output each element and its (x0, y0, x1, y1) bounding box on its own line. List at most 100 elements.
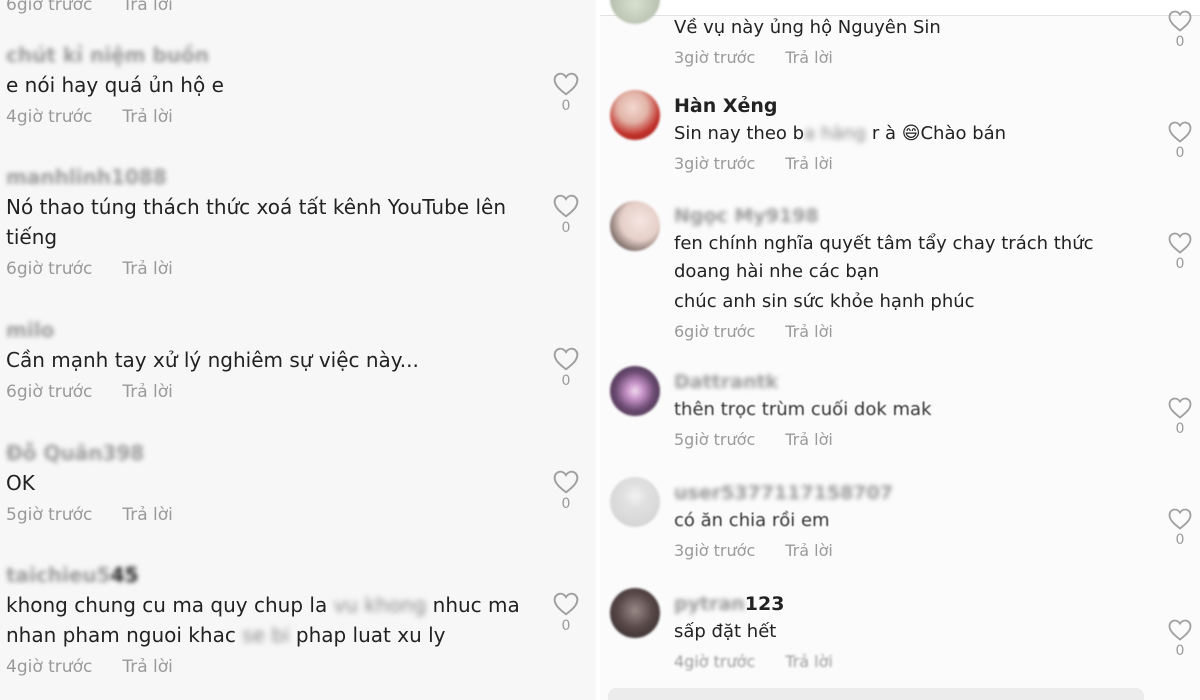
reply-link[interactable]: Trả lời (785, 430, 833, 449)
comment-meta: 5giờ trước Trả lời (6, 504, 586, 526)
comment-text: Sin nay theo ba hàng r à 😄Chào bán (674, 120, 1154, 148)
like-button[interactable]: 0 (551, 592, 581, 634)
comment-time: 5giờ trước (6, 505, 93, 525)
comment-time: 6giờ trước (6, 382, 93, 402)
username-text: Ngọc My9198 (674, 205, 819, 227)
comment-time: 5giờ trước (674, 430, 756, 449)
reply-link[interactable]: Trả lời (122, 0, 173, 15)
comment-meta: 3giờ trước Trả lời (674, 154, 1154, 174)
like-button[interactable]: 0 (1165, 121, 1195, 161)
text-part: khong chung cu ma quy chup la (6, 593, 334, 617)
username-text: Dattrantk (674, 371, 779, 393)
reply-link[interactable]: Trả lời (785, 154, 833, 173)
like-button[interactable]: 0 (1165, 619, 1195, 659)
comment-text: fen chính nghĩa quyết tâm tẩy chay trách… (674, 233, 1094, 282)
avatar[interactable] (610, 366, 660, 416)
reply-link[interactable]: Trả lời (122, 505, 173, 525)
like-button[interactable]: 0 (551, 347, 581, 389)
comment-username[interactable]: taichieu545 (6, 562, 586, 588)
comment-meta: 3giờ trước Trả lời (674, 48, 1154, 68)
comment-text: e nói hay quá ủn hộ e (6, 73, 224, 97)
like-count: 0 (561, 618, 571, 634)
like-count: 0 (561, 373, 571, 389)
text-part: Sin nay theo b (674, 123, 805, 144)
username-blurred: pytran (674, 593, 745, 615)
heart-outline-icon (1168, 10, 1192, 32)
heart-outline-icon (553, 592, 579, 616)
comment-text: OK (6, 471, 35, 495)
comment-input-bar[interactable] (608, 688, 1144, 700)
avatar[interactable] (610, 90, 660, 140)
like-count: 0 (1175, 145, 1185, 161)
username-visible: 123 (744, 593, 785, 615)
comment-username[interactable]: Ngọc My9198 (674, 204, 1154, 228)
like-button[interactable]: 0 (1165, 10, 1195, 50)
comment-username[interactable]: pytran123 (674, 592, 1154, 616)
heart-outline-icon (1168, 508, 1192, 530)
reply-link[interactable]: Trả lời (785, 322, 833, 341)
reply-link[interactable]: Trả lời (785, 541, 833, 560)
text-part: phap luat xu ly (289, 623, 446, 647)
comment-meta: 4giờ trước Trả lời (674, 652, 1154, 672)
like-count: 0 (561, 98, 571, 114)
comment-meta: 6giờ trước Trả lời (6, 0, 586, 16)
comment-username[interactable]: Dattrantk (674, 370, 1154, 394)
heart-outline-icon (553, 194, 579, 218)
reply-link[interactable]: Trả lời (122, 259, 173, 279)
like-button[interactable]: 0 (551, 72, 581, 114)
avatar[interactable] (610, 0, 660, 24)
like-button[interactable]: 0 (551, 194, 581, 236)
comment-item: milo Cần mạnh tay xử lý nghiêm sự việc n… (6, 317, 586, 403)
comment-username[interactable]: Đỗ Quân398 (6, 440, 586, 466)
text-part-blurred: se bi (242, 623, 290, 647)
comment-time: 6giờ trước (674, 322, 756, 341)
comment-text-line2: chúc anh sin sức khỏe hạnh phúc (674, 291, 975, 312)
comment-time: 3giờ trước (674, 48, 756, 67)
username-visible: 45 (110, 563, 139, 587)
right-comment-panel: Về vụ này ủng hộ Nguyên Sin 3giờ trước Tr… (600, 0, 1200, 700)
like-count: 0 (561, 220, 571, 236)
comment-text: khong chung cu ma quy chup la vu khong n… (6, 590, 526, 650)
comment-time: 6giờ trước (6, 0, 93, 15)
like-button[interactable]: 0 (1165, 232, 1195, 272)
comment-username[interactable]: user5377117158707 (674, 481, 1154, 505)
like-button[interactable]: 0 (1165, 508, 1195, 548)
comment-meta: 3giờ trước Trả lời (674, 541, 1154, 561)
reply-link[interactable]: Trả lời (785, 652, 833, 671)
comment-time: 4giờ trước (6, 107, 93, 127)
like-count: 0 (561, 496, 571, 512)
comment-username[interactable]: Hàn Xẻng (674, 94, 1154, 118)
comment-time: 6giờ trước (6, 259, 93, 279)
comment-text: có ăn chia rồi em (674, 510, 830, 531)
username-blurred: taichieu5 (6, 563, 111, 587)
comment-username[interactable]: milo (6, 317, 586, 343)
heart-outline-icon (553, 72, 579, 96)
like-button[interactable]: 0 (1165, 397, 1195, 437)
comment-item: chút kỉ niệm buồn e nói hay quá ủn hộ e … (6, 42, 586, 128)
avatar[interactable] (610, 477, 660, 527)
comment-item: Đỗ Quân398 OK 5giờ trước Trả lời (6, 440, 586, 526)
comment-meta: 4giờ trước Trả lời (6, 656, 586, 678)
laughing-emoji-icon: 😄 (901, 123, 921, 144)
comment-username[interactable]: chút kỉ niệm buồn (6, 42, 586, 68)
heart-outline-icon (1168, 397, 1192, 419)
reply-link[interactable]: Trả lời (122, 107, 173, 127)
comment-item: manhlinh1088 Nó thao túng thách thức xoá… (6, 164, 586, 280)
username-text: user5377117158707 (674, 482, 893, 504)
comment-time: 4giờ trước (6, 657, 93, 677)
reply-link[interactable]: Trả lời (785, 48, 833, 67)
like-count: 0 (1175, 643, 1185, 659)
comment-partial: 6giờ trước Trả lời (6, 0, 586, 16)
text-part: r à (866, 123, 902, 144)
reply-link[interactable]: Trả lời (122, 382, 173, 402)
like-count: 0 (1175, 34, 1185, 50)
reply-link[interactable]: Trả lời (122, 657, 173, 677)
avatar[interactable] (610, 588, 660, 638)
comment-time: 4giờ trước (674, 652, 756, 671)
like-button[interactable]: 0 (551, 470, 581, 512)
avatar[interactable] (610, 201, 660, 251)
comment-time: 3giờ trước (674, 154, 756, 173)
comment-username[interactable]: manhlinh1088 (6, 164, 586, 190)
text-part-blurred: a hàng (804, 123, 867, 144)
heart-outline-icon (553, 470, 579, 494)
